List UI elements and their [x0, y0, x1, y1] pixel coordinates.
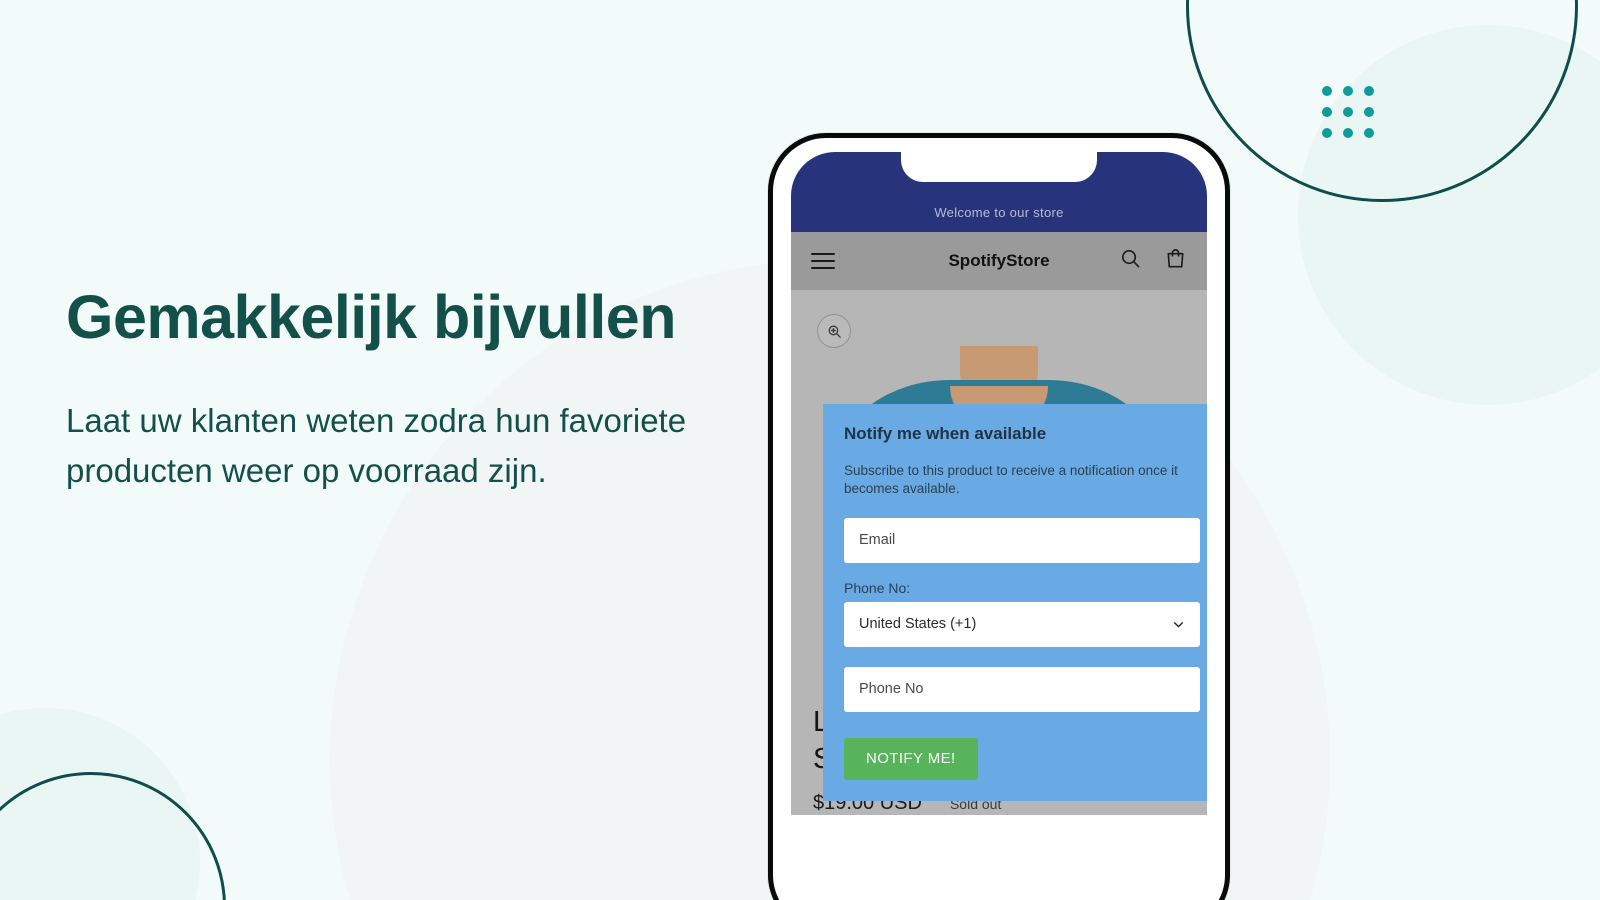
announcement-text: Welcome to our store	[934, 205, 1064, 220]
search-icon[interactable]	[1119, 247, 1142, 275]
header-icons	[1119, 247, 1187, 275]
notify-when-available-panel: Notify me when available Subscribe to th…	[823, 404, 1207, 801]
email-placeholder: Email	[859, 532, 896, 549]
notify-panel-title: Notify me when available	[844, 424, 1047, 443]
phone-number-placeholder: Phone No	[859, 681, 924, 698]
page-title: Gemakkelijk bijvullen	[66, 283, 676, 351]
dot-grid-icon	[1322, 86, 1374, 138]
shopping-cart-icon[interactable]	[1164, 247, 1187, 275]
phone-screen: Welcome to our store SpotifyStore $19.00…	[791, 152, 1207, 900]
chevron-down-icon	[1174, 621, 1183, 627]
email-field[interactable]: Email	[844, 517, 1200, 563]
country-code-select[interactable]: United States (+1)	[844, 601, 1200, 647]
decor-mint-circle-top-right	[1298, 25, 1600, 405]
store-header: SpotifyStore	[791, 232, 1207, 290]
decor-mint-circle-bottom-left	[0, 708, 200, 900]
notify-panel-description: Subscribe to this product to receive a n…	[844, 463, 1178, 496]
hero-copy: Gemakkelijk bijvullen Laat uw klanten we…	[66, 280, 706, 495]
phone-number-field[interactable]: Phone No	[844, 666, 1200, 712]
country-code-value: United States (+1)	[859, 616, 977, 633]
decor-ring-top-right	[1186, 0, 1578, 202]
notify-me-button[interactable]: NOTIFY ME!	[844, 737, 978, 780]
hamburger-menu-icon[interactable]	[811, 253, 835, 269]
decor-ring-bottom-left	[0, 772, 226, 900]
announcement-bar: Welcome to our store	[791, 152, 1207, 232]
zoom-in-icon[interactable]	[817, 314, 851, 348]
promo-slide: Gemakkelijk bijvullen Laat uw klanten we…	[0, 0, 1600, 900]
hero-description: Laat uw klanten weten zodra hun favoriet…	[66, 402, 687, 489]
phone-number-label: Phone No:	[844, 579, 911, 596]
phone-mockup: Welcome to our store SpotifyStore $19.00…	[768, 133, 1230, 900]
phone-notch	[901, 152, 1097, 182]
